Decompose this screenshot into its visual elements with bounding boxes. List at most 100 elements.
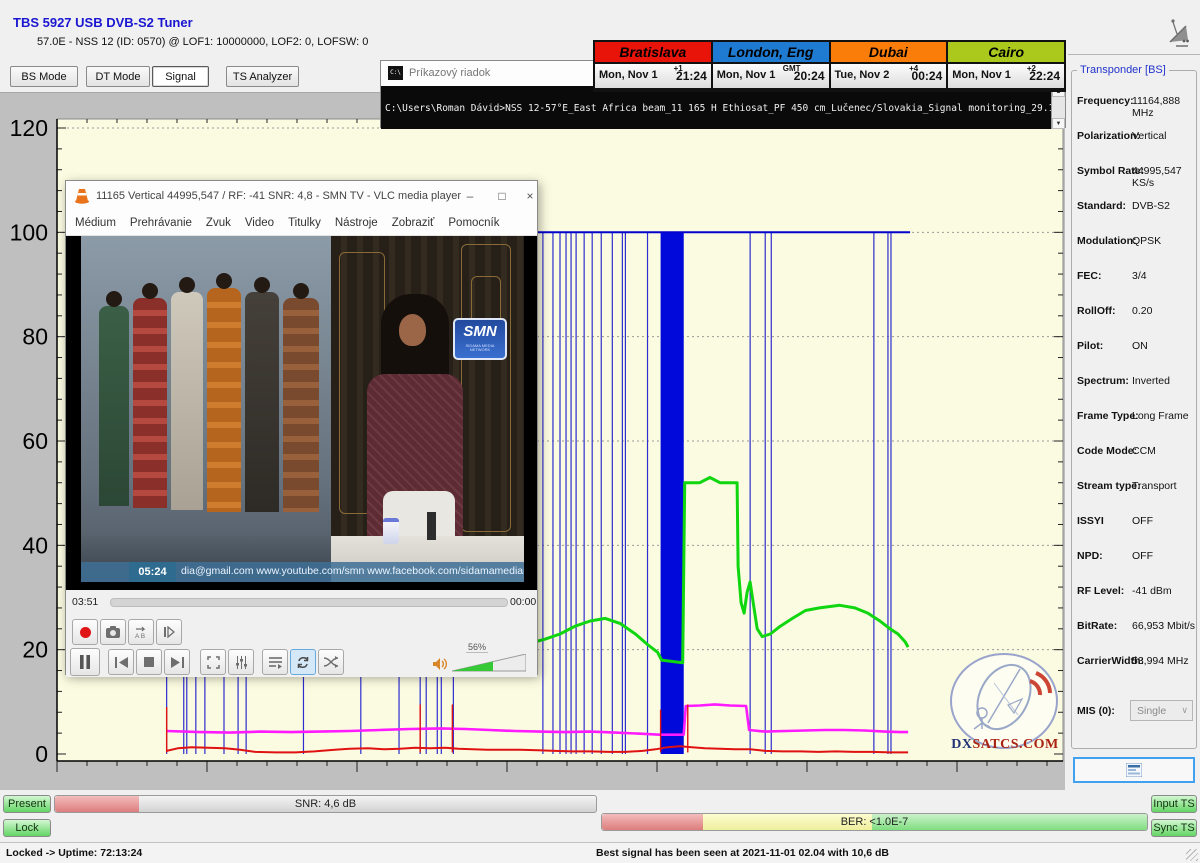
menu-audio[interactable]: Zvuk: [206, 217, 231, 229]
dancer-figure: [171, 292, 203, 510]
seek-bar[interactable]: [110, 598, 508, 607]
app-title: TBS 5927 USB DVB-S2 Tuner: [13, 15, 193, 30]
ber-text: BER: <1.0E-7: [602, 816, 1147, 828]
frame-step-button[interactable]: [156, 619, 182, 645]
minimize-icon[interactable]: –: [458, 185, 482, 207]
cmd-console[interactable]: C:\Users\Roman Dávid>NSS 12-57°E_East Af…: [381, 86, 1065, 129]
dancer-figure: [133, 298, 167, 508]
clock-dubai: Dubai Tue, Nov 2+400:24: [831, 42, 949, 90]
transponder-row-value: CCM: [1132, 445, 1156, 457]
vlc-seek-row: 03:51 00:00: [66, 590, 537, 614]
menu-subtitles[interactable]: Titulky: [288, 217, 321, 229]
fullscreen-icon: [207, 656, 220, 669]
transponder-row-label: NPD:: [1077, 550, 1103, 562]
mis-dropdown[interactable]: Single ∨: [1130, 700, 1193, 721]
extended-settings-button[interactable]: [228, 649, 254, 675]
transponder-row-label: Standard:: [1077, 200, 1126, 212]
svg-text:60: 60: [22, 428, 48, 454]
transponder-row-label: BitRate:: [1077, 620, 1117, 632]
menu-view[interactable]: Zobraziť: [392, 217, 435, 229]
app-subtitle: 57.0E - NSS 12 (ID: 0570) @ LOF1: 100000…: [37, 36, 368, 48]
scroll-down-icon[interactable]: ▼: [1052, 118, 1065, 129]
snr-text: SNR: 4,6 dB: [55, 798, 596, 810]
tbs-tuner-app: TBS 5927 USB DVB-S2 Tuner 57.0E - NSS 12…: [0, 0, 1200, 863]
satellite-dish-icon: [1160, 16, 1196, 52]
transponder-row-value: Inverted: [1132, 375, 1170, 387]
record-icon: [80, 627, 91, 638]
transponder-row-value: 3/4: [1132, 270, 1147, 282]
camera-icon: [106, 626, 120, 638]
transponder-row-value: QPSK: [1132, 235, 1161, 247]
present-indicator: Present: [3, 795, 51, 813]
ab-loop-button[interactable]: A B: [128, 619, 154, 645]
dancer-figure: [245, 292, 279, 512]
sync-ts-indicator: Sync TS: [1151, 819, 1197, 837]
transponder-title: Transponder [BS]: [1077, 64, 1169, 76]
transponder-row-value: Transport: [1132, 480, 1177, 492]
clock-date: Tue, Nov 2: [835, 69, 890, 81]
cmd-scrollbar[interactable]: ▲ ▼: [1051, 86, 1065, 129]
volume-slider[interactable]: [452, 654, 526, 672]
dxsatcs-logo-text: DXSATCS.COM: [948, 737, 1062, 753]
dancer-figure: [283, 298, 319, 512]
menu-video[interactable]: Video: [245, 217, 274, 229]
elapsed-time: 03:51: [72, 596, 98, 608]
signal-mon-button[interactable]: Signal Mon.: [152, 66, 209, 87]
transponder-row-value: ON: [1132, 340, 1148, 352]
ab-loop-icon: A B: [134, 625, 148, 639]
pause-button[interactable]: [70, 648, 100, 676]
record-button[interactable]: [72, 619, 98, 645]
dxsatcs-watermark: DXSATCS.COM: [948, 653, 1062, 757]
stop-button[interactable]: [136, 649, 162, 675]
vlc-cone-icon: [74, 187, 90, 205]
shuffle-button[interactable]: [318, 649, 344, 675]
svg-text:20: 20: [22, 637, 48, 663]
lock-indicator: Lock: [3, 819, 51, 837]
loop-button[interactable]: [290, 649, 316, 675]
video-frame: SMN SIDAMA MEDIA NETWORK 05:24 dia@gmail…: [81, 236, 524, 582]
previous-button[interactable]: [108, 649, 134, 675]
dancer-figure: [207, 288, 241, 512]
vlc-titlebar[interactable]: 11165 Vertical 44995,547 / RF: -41 SNR: …: [66, 181, 537, 211]
cmd-icon: C:\: [388, 66, 403, 80]
transponder-row-label: FEC:: [1077, 270, 1102, 282]
transponder-row-value: -41 dBm: [1132, 585, 1172, 597]
menu-playback[interactable]: Prehrávanie: [130, 217, 192, 229]
dx-part: DX: [951, 737, 972, 752]
close-icon[interactable]: ×: [518, 185, 542, 207]
maximize-icon[interactable]: □: [490, 185, 514, 207]
menu-tools[interactable]: Nástroje: [335, 217, 378, 229]
menu-help[interactable]: Pomocník: [448, 217, 499, 229]
clock-time: 00:24: [912, 69, 943, 83]
clock-city: Bratislava: [595, 42, 711, 62]
svg-text:80: 80: [22, 324, 48, 350]
statusbar: Locked -> Uptime: 72:13:24 Best signal h…: [0, 842, 1200, 863]
snapshot-button[interactable]: [100, 619, 126, 645]
bs-mode-button[interactable]: BS Mode: [10, 66, 78, 87]
transponder-row-label: Pilot:: [1077, 340, 1103, 352]
stop-icon: [144, 657, 154, 667]
next-button[interactable]: [164, 649, 190, 675]
satcs-part: SATCS.COM: [972, 737, 1058, 752]
smn-logo-subtext: SIDAMA MEDIA NETWORK: [455, 344, 505, 352]
volume-percent: 56%: [466, 642, 488, 653]
dancer-figure: [99, 306, 129, 506]
ts-analyzer-button[interactable]: TS Analyzer (OK): [226, 66, 299, 87]
cmd-title-text: Príkazový riadok: [409, 67, 490, 79]
fullscreen-button[interactable]: [200, 649, 226, 675]
dt-mode-button[interactable]: DT Mode: [86, 66, 150, 87]
shuffle-icon: [324, 656, 338, 668]
pause-icon: [79, 655, 91, 669]
resize-grip[interactable]: [1186, 849, 1198, 861]
menu-medium[interactable]: Médium: [75, 217, 116, 229]
transponder-row-label: Code Mode:: [1077, 445, 1137, 457]
playlist-icon: [269, 656, 282, 669]
transponder-row-value: Vertical: [1132, 130, 1166, 142]
vlc-title-text: 11165 Vertical 44995,547 / RF: -41 SNR: …: [96, 190, 461, 202]
clock-date: Mon, Nov 1: [952, 69, 1011, 81]
playlist-button[interactable]: [262, 649, 288, 675]
previous-icon: [115, 657, 128, 668]
clock-bratislava: Bratislava Mon, Nov 1+121:24: [595, 42, 713, 90]
vlc-window: 11165 Vertical 44995,547 / RF: -41 SNR: …: [65, 180, 538, 675]
transponder-list-button[interactable]: [1073, 757, 1195, 783]
